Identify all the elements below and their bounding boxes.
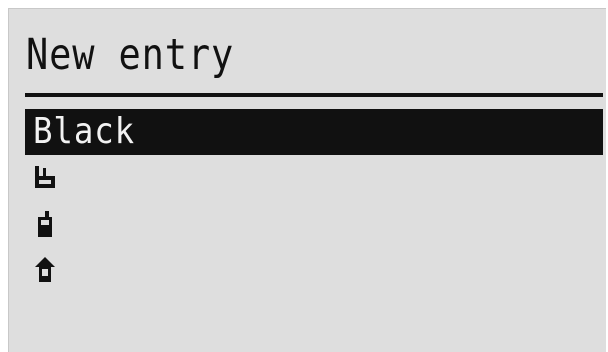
list-item-mobile-phone[interactable] — [25, 201, 603, 247]
entry-type-list: Black — [25, 109, 603, 293]
office-phone-icon — [33, 164, 57, 192]
list-item-home-phone[interactable] — [25, 247, 603, 293]
title-divider — [25, 93, 603, 97]
list-item-office-phone[interactable] — [25, 155, 603, 201]
mobile-phone-icon — [33, 210, 57, 238]
list-item-black[interactable]: Black — [25, 109, 603, 155]
list-item-label: Black — [33, 111, 136, 152]
device-screen: New entry Black — [8, 8, 606, 352]
page-title: New entry — [26, 30, 235, 80]
home-phone-icon — [33, 256, 57, 284]
